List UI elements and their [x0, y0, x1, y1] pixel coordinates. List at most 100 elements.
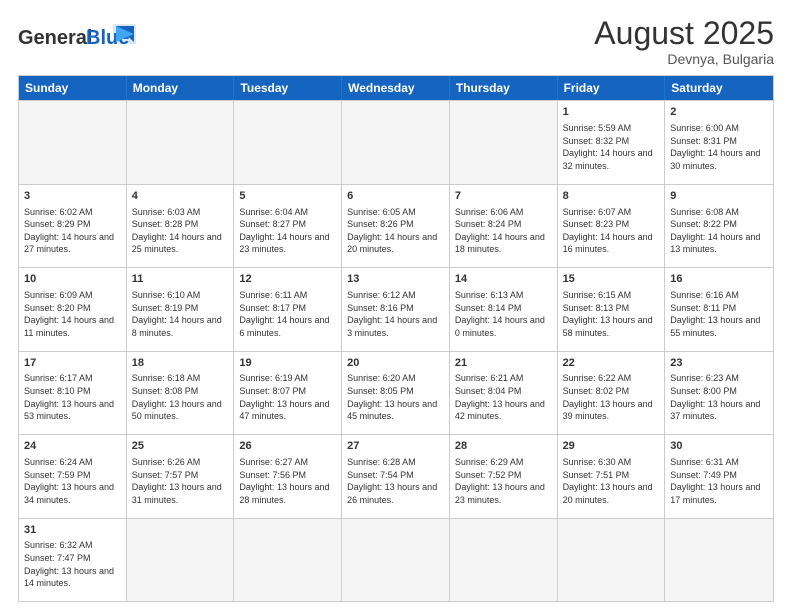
- day-info: Sunrise: 6:02 AM Sunset: 8:29 PM Dayligh…: [24, 206, 121, 256]
- header: General Blue August 2025 Devnya, Bulgari…: [18, 16, 774, 67]
- weekday-header: Tuesday: [234, 76, 342, 100]
- calendar-cell: 16 Sunrise: 6:16 AM Sunset: 8:11 PM Dayli…: [665, 268, 773, 350]
- svg-text:General: General: [18, 27, 92, 49]
- day-info: Sunrise: 6:04 AM Sunset: 8:27 PM Dayligh…: [239, 206, 336, 256]
- calendar-cell: 24 Sunrise: 6:24 AM Sunset: 7:59 PM Dayli…: [19, 435, 127, 517]
- day-number: 31: [24, 523, 121, 538]
- day-number: 9: [670, 189, 768, 204]
- day-info: Sunrise: 6:26 AM Sunset: 7:57 PM Dayligh…: [132, 456, 229, 506]
- day-number: 5: [239, 189, 336, 204]
- calendar-cell: 6Sunrise: 6:05 AM Sunset: 8:26 PM Daylig…: [342, 185, 450, 267]
- calendar-cell: 1Sunrise: 5:59 AM Sunset: 8:32 PM Daylig…: [558, 101, 666, 183]
- weekday-header: Wednesday: [342, 76, 450, 100]
- day-number: 26: [239, 439, 336, 454]
- day-info: Sunrise: 6:16 AM Sunset: 8:11 PM Dayligh…: [670, 289, 768, 339]
- location-subtitle: Devnya, Bulgaria: [594, 51, 774, 67]
- calendar-body: 1Sunrise: 5:59 AM Sunset: 8:32 PM Daylig…: [19, 100, 773, 601]
- calendar-cell: 21Sunrise: 6:21 AM Sunset: 8:04 PM Dayli…: [450, 352, 558, 434]
- weekday-header: Friday: [558, 76, 666, 100]
- calendar-cell: [127, 519, 235, 601]
- logo: General Blue: [18, 16, 138, 65]
- calendar-row: 1Sunrise: 5:59 AM Sunset: 8:32 PM Daylig…: [19, 100, 773, 183]
- calendar-cell: [342, 519, 450, 601]
- calendar-cell: 3 Sunrise: 6:02 AM Sunset: 8:29 PM Daylig…: [19, 185, 127, 267]
- calendar-cell: 25Sunrise: 6:26 AM Sunset: 7:57 PM Dayli…: [127, 435, 235, 517]
- weekday-header: Sunday: [19, 76, 127, 100]
- day-info: Sunrise: 6:00 AM Sunset: 8:31 PM Dayligh…: [670, 122, 768, 172]
- day-info: Sunrise: 5:59 AM Sunset: 8:32 PM Dayligh…: [563, 122, 660, 172]
- day-info: Sunrise: 6:21 AM Sunset: 8:04 PM Dayligh…: [455, 372, 552, 422]
- calendar-cell: 22Sunrise: 6:22 AM Sunset: 8:02 PM Dayli…: [558, 352, 666, 434]
- calendar-cell: 2Sunrise: 6:00 AM Sunset: 8:31 PM Daylig…: [665, 101, 773, 183]
- day-number: 17: [24, 356, 121, 371]
- day-info: Sunrise: 6:22 AM Sunset: 8:02 PM Dayligh…: [563, 372, 660, 422]
- calendar-cell: 15Sunrise: 6:15 AM Sunset: 8:13 PM Dayli…: [558, 268, 666, 350]
- weekday-header: Monday: [127, 76, 235, 100]
- day-number: 11: [132, 272, 229, 287]
- day-info: Sunrise: 6:31 AM Sunset: 7:49 PM Dayligh…: [670, 456, 768, 506]
- calendar-header: SundayMondayTuesdayWednesdayThursdayFrid…: [19, 76, 773, 100]
- day-number: 21: [455, 356, 552, 371]
- calendar-cell: [234, 101, 342, 183]
- calendar-cell: 29 Sunrise: 6:30 AM Sunset: 7:51 PM Dayli…: [558, 435, 666, 517]
- day-info: Sunrise: 6:06 AM Sunset: 8:24 PM Dayligh…: [455, 206, 552, 256]
- calendar-cell: 7 Sunrise: 6:06 AM Sunset: 8:24 PM Daylig…: [450, 185, 558, 267]
- calendar-cell: 27Sunrise: 6:28 AM Sunset: 7:54 PM Dayli…: [342, 435, 450, 517]
- day-number: 7: [455, 189, 552, 204]
- day-number: 14: [455, 272, 552, 287]
- day-info: Sunrise: 6:19 AM Sunset: 8:07 PM Dayligh…: [239, 372, 336, 422]
- calendar-cell: 9 Sunrise: 6:08 AM Sunset: 8:22 PM Daylig…: [665, 185, 773, 267]
- day-number: 13: [347, 272, 444, 287]
- calendar-cell: [450, 101, 558, 183]
- day-number: 3: [24, 189, 121, 204]
- day-number: 22: [563, 356, 660, 371]
- day-number: 18: [132, 356, 229, 371]
- weekday-header: Thursday: [450, 76, 558, 100]
- day-number: 10: [24, 272, 121, 287]
- calendar-cell: [19, 101, 127, 183]
- calendar-cell: 11 Sunrise: 6:10 AM Sunset: 8:19 PM Dayli…: [127, 268, 235, 350]
- calendar-cell: 14 Sunrise: 6:13 AM Sunset: 8:14 PM Dayli…: [450, 268, 558, 350]
- day-info: Sunrise: 6:10 AM Sunset: 8:19 PM Dayligh…: [132, 289, 229, 339]
- day-number: 23: [670, 356, 768, 371]
- day-info: Sunrise: 6:29 AM Sunset: 7:52 PM Dayligh…: [455, 456, 552, 506]
- day-info: Sunrise: 6:15 AM Sunset: 8:13 PM Dayligh…: [563, 289, 660, 339]
- day-info: Sunrise: 6:30 AM Sunset: 7:51 PM Dayligh…: [563, 456, 660, 506]
- day-number: 20: [347, 356, 444, 371]
- day-info: Sunrise: 6:13 AM Sunset: 8:14 PM Dayligh…: [455, 289, 552, 339]
- calendar-cell: [558, 519, 666, 601]
- day-info: Sunrise: 6:12 AM Sunset: 8:16 PM Dayligh…: [347, 289, 444, 339]
- calendar-cell: 5 Sunrise: 6:04 AM Sunset: 8:27 PM Daylig…: [234, 185, 342, 267]
- calendar-cell: [342, 101, 450, 183]
- day-number: 6: [347, 189, 444, 204]
- day-info: Sunrise: 6:17 AM Sunset: 8:10 PM Dayligh…: [24, 372, 121, 422]
- day-number: 16: [670, 272, 768, 287]
- calendar-cell: 19Sunrise: 6:19 AM Sunset: 8:07 PM Dayli…: [234, 352, 342, 434]
- calendar-cell: [665, 519, 773, 601]
- calendar-cell: 30 Sunrise: 6:31 AM Sunset: 7:49 PM Dayli…: [665, 435, 773, 517]
- day-info: Sunrise: 6:24 AM Sunset: 7:59 PM Dayligh…: [24, 456, 121, 506]
- day-number: 24: [24, 439, 121, 454]
- calendar-cell: 23Sunrise: 6:23 AM Sunset: 8:00 PM Dayli…: [665, 352, 773, 434]
- day-info: Sunrise: 6:23 AM Sunset: 8:00 PM Dayligh…: [670, 372, 768, 422]
- calendar-cell: 28Sunrise: 6:29 AM Sunset: 7:52 PM Dayli…: [450, 435, 558, 517]
- day-info: Sunrise: 6:28 AM Sunset: 7:54 PM Dayligh…: [347, 456, 444, 506]
- page: General Blue August 2025 Devnya, Bulgari…: [0, 0, 792, 612]
- month-year-title: August 2025: [594, 16, 774, 51]
- day-info: Sunrise: 6:08 AM Sunset: 8:22 PM Dayligh…: [670, 206, 768, 256]
- day-number: 12: [239, 272, 336, 287]
- logo-text: General Blue: [18, 16, 138, 65]
- calendar-row: 17Sunrise: 6:17 AM Sunset: 8:10 PM Dayli…: [19, 351, 773, 434]
- calendar-cell: [127, 101, 235, 183]
- calendar-cell: 12Sunrise: 6:11 AM Sunset: 8:17 PM Dayli…: [234, 268, 342, 350]
- calendar-cell: 20Sunrise: 6:20 AM Sunset: 8:05 PM Dayli…: [342, 352, 450, 434]
- calendar-cell: 26Sunrise: 6:27 AM Sunset: 7:56 PM Dayli…: [234, 435, 342, 517]
- day-number: 29: [563, 439, 660, 454]
- calendar-cell: 4Sunrise: 6:03 AM Sunset: 8:28 PM Daylig…: [127, 185, 235, 267]
- day-info: Sunrise: 6:20 AM Sunset: 8:05 PM Dayligh…: [347, 372, 444, 422]
- calendar-cell: 8Sunrise: 6:07 AM Sunset: 8:23 PM Daylig…: [558, 185, 666, 267]
- calendar-cell: [450, 519, 558, 601]
- calendar-cell: 10Sunrise: 6:09 AM Sunset: 8:20 PM Dayli…: [19, 268, 127, 350]
- calendar-cell: 31Sunrise: 6:32 AM Sunset: 7:47 PM Dayli…: [19, 519, 127, 601]
- day-number: 30: [670, 439, 768, 454]
